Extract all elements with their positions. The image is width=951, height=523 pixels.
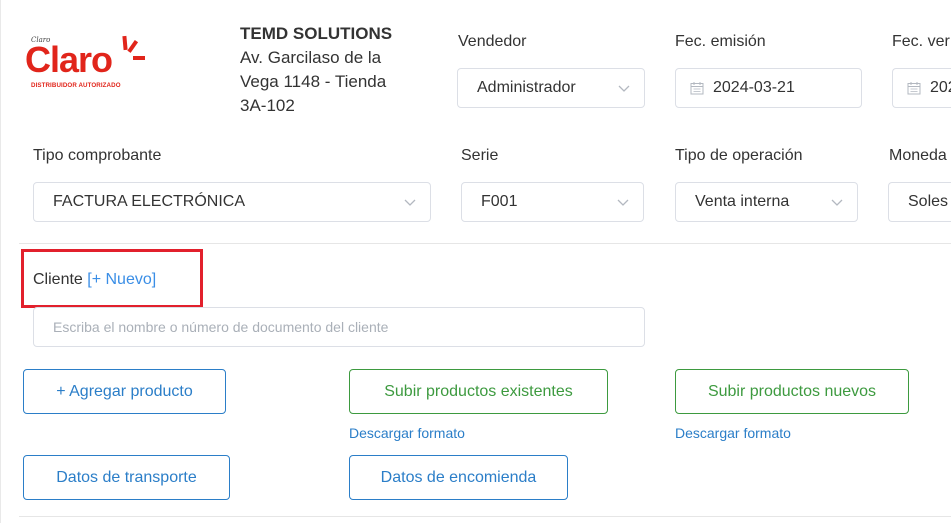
fec-vencimiento-label: Fec. ver	[892, 33, 950, 50]
serie-value: F001	[481, 193, 518, 210]
moneda-select[interactable]: Soles	[888, 182, 951, 222]
subir-existentes-button[interactable]: Subir productos existentes	[349, 369, 608, 414]
logo-rays-icon	[122, 35, 145, 60]
fec-emision-label: Fec. emisión	[675, 33, 766, 50]
tipo-operacion-select[interactable]: Venta interna	[675, 182, 858, 222]
claro-logo: Claro Claro DISTRIBUIDOR AUTORIZADO	[25, 30, 155, 94]
invoice-form: Claro Claro DISTRIBUIDOR AUTORIZADO TEMD…	[0, 0, 951, 523]
bottom-divider	[19, 516, 951, 517]
company-name: TEMD SOLUTIONS	[240, 24, 393, 43]
company-address-line: 3A-102	[240, 96, 295, 115]
descargar-formato-link[interactable]: Descargar formato	[675, 425, 791, 441]
tipo-comprobante-label: Tipo comprobante	[33, 147, 162, 164]
descargar-formato-link[interactable]: Descargar formato	[349, 425, 465, 441]
fec-emision-value: 2024-03-21	[713, 79, 795, 96]
chevron-down-icon	[617, 199, 629, 206]
chevron-down-icon	[831, 199, 843, 206]
datos-transporte-button[interactable]: Datos de transporte	[23, 455, 230, 500]
logo-subtitle: DISTRIBUIDOR AUTORIZADO	[31, 82, 121, 89]
agregar-producto-button[interactable]: + Agregar producto	[23, 369, 226, 414]
company-address-line: Vega 1148 - Tienda	[240, 72, 387, 91]
tipo-operacion-value: Venta interna	[695, 193, 790, 210]
company-address-line: Av. Garcilaso de la	[240, 48, 382, 67]
chevron-down-icon	[404, 199, 416, 206]
chevron-down-icon	[618, 85, 630, 92]
nuevo-cliente-link[interactable]: [+ Nuevo]	[87, 271, 156, 288]
moneda-value: Soles	[908, 193, 949, 210]
tipo-comprobante-select[interactable]: FACTURA ELECTRÓNICA	[33, 182, 431, 222]
fec-emision-input[interactable]: 2024-03-21	[675, 68, 862, 108]
serie-select[interactable]: F001	[461, 182, 644, 222]
tipo-operacion-label: Tipo de operación	[675, 147, 803, 164]
calendar-icon	[690, 82, 704, 95]
vendedor-value: Administrador	[477, 79, 576, 96]
fec-vencimiento-value: 202	[930, 79, 951, 96]
vendedor-label: Vendedor	[458, 33, 527, 50]
fec-vencimiento-input[interactable]: 202	[892, 68, 951, 108]
logo-word: Claro	[25, 39, 113, 80]
cliente-label: Cliente	[33, 271, 83, 288]
moneda-label: Moneda	[889, 147, 947, 164]
calendar-icon	[907, 82, 921, 95]
datos-encomienda-button[interactable]: Datos de encomienda	[349, 455, 568, 500]
serie-label: Serie	[461, 147, 499, 164]
vendedor-select[interactable]: Administrador	[457, 68, 645, 108]
cliente-label-row: Cliente [+ Nuevo]	[33, 271, 156, 289]
tipo-comprobante-value: FACTURA ELECTRÓNICA	[53, 193, 246, 210]
company-info: TEMD SOLUTIONS Av. Garcilaso de la Vega …	[240, 22, 420, 118]
cliente-search-input[interactable]: Escriba el nombre o número de documento …	[33, 307, 645, 347]
section-divider	[19, 243, 951, 244]
subir-nuevos-button[interactable]: Subir productos nuevos	[675, 369, 909, 414]
